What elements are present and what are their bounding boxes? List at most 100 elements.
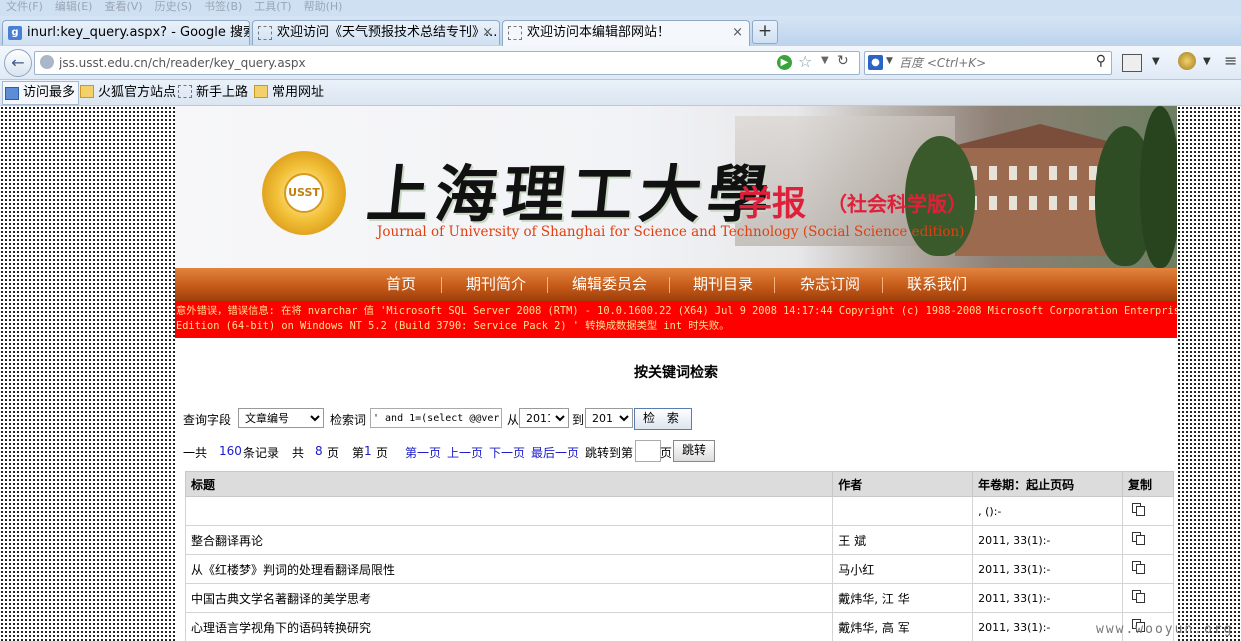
bookmark-firefox-official[interactable]: 火狐官方站点 — [78, 80, 176, 105]
article-author: 戴炜华, 江 华 — [832, 583, 974, 613]
tab-google-search[interactable]: g inurl:key_query.aspx? - Google 搜索 × — [2, 20, 250, 45]
current-page: 1 — [364, 444, 372, 458]
header-author: 作者 — [832, 471, 974, 497]
tab-weather-journal[interactable]: 欢迎访问《天气预报技术总结专刊》... × — [252, 20, 500, 45]
university-name-calligraphy: 上海理工大學 — [363, 158, 780, 231]
nav-home[interactable]: 首页 — [386, 268, 416, 301]
jump-button[interactable]: 跳转 — [673, 440, 716, 462]
copy-icon[interactable] — [1132, 503, 1146, 516]
menu-view[interactable]: 查看(V) — [104, 0, 142, 14]
to-year-select[interactable]: 2013 — [585, 408, 633, 428]
results-table: 标题 作者 年卷期：起止页码 复制 , ():- 整合翻译再论 王 斌 2011… — [184, 471, 1174, 641]
next-page-link[interactable]: 下一页 — [489, 444, 525, 461]
screenshot-tool-icon[interactable] — [1122, 54, 1142, 72]
menu-bar: 文件(F) 编辑(E) 查看(V) 历史(S) 书签(B) 工具(T) 帮助(H) — [0, 0, 1241, 16]
site-banner: USST 上海理工大學 学报 （社会科学版） Journal of Univer… — [175, 106, 1177, 268]
article-title[interactable]: 整合翻译再论 — [184, 525, 834, 555]
addon-icon[interactable] — [1178, 52, 1196, 70]
reload-icon[interactable]: ↻ — [837, 53, 849, 69]
close-tab-icon[interactable]: × — [732, 21, 743, 45]
url-input[interactable] — [59, 54, 759, 71]
background-pattern-right — [1177, 106, 1241, 641]
blank-page-icon — [508, 26, 522, 40]
bookmarks-bar: 访问最多 火狐官方站点 新手上路 常用网址 — [0, 80, 1241, 106]
jump-label: 跳转到第 — [585, 446, 634, 460]
background-pattern-left — [0, 106, 175, 641]
article-author: 戴炜华, 高 军 — [832, 612, 974, 641]
prev-page-link[interactable]: 上一页 — [447, 444, 483, 461]
nav-journal-catalog[interactable]: 期刊目录 — [693, 268, 753, 301]
globe-icon — [40, 55, 54, 69]
nav-contact-us[interactable]: 联系我们 — [907, 268, 967, 301]
field-label: 查询字段 — [183, 413, 232, 427]
tool-dropdown-icon[interactable]: ▼ — [1152, 56, 1160, 67]
copy-icon[interactable] — [1132, 561, 1146, 574]
search-page-title: 按关键词检索 — [634, 365, 718, 381]
tab-strip: g inurl:key_query.aspx? - Google 搜索 × 欢迎… — [0, 16, 1241, 47]
most-visited-icon — [5, 87, 19, 100]
back-button[interactable]: ← — [4, 49, 32, 77]
bookmark-label: 火狐官方站点 — [98, 85, 177, 100]
journal-english-title: Journal of University of Shanghai for Sc… — [377, 224, 965, 240]
menu-file[interactable]: 文件(F) — [6, 0, 43, 14]
article-title[interactable]: 中国古典文学名著翻译的美学思考 — [184, 583, 834, 613]
blank-page-icon — [178, 85, 192, 98]
tab-editorial-site[interactable]: 欢迎访问本编辑部网站！ × — [502, 20, 750, 47]
menu-tools[interactable]: 工具(T) — [254, 0, 291, 14]
bookmark-label: 访问最多 — [23, 85, 76, 100]
menu-help[interactable]: 帮助(H) — [304, 0, 343, 14]
article-pages: 2011, 33(1):- — [972, 583, 1123, 613]
banner-tree-image — [1140, 106, 1177, 268]
menu-history[interactable]: 历史(S) — [155, 0, 193, 14]
search-input[interactable] — [899, 54, 1079, 71]
tab-title: inurl:key_query.aspx? - Google 搜索 — [27, 25, 250, 40]
search-engine-dropdown-icon[interactable]: ▼ — [886, 56, 893, 66]
error-line-2: Edition (64-bit) on Windows NT 5.2 (Buil… — [176, 320, 730, 332]
search-button[interactable]: 检 索 — [634, 408, 692, 430]
address-bar[interactable]: ▶ ☆ ▼ ↻ — [34, 51, 860, 75]
field-select[interactable]: 文章编号 — [238, 408, 324, 428]
menu-edit[interactable]: 编辑(E) — [55, 0, 93, 14]
header-copy: 复制 — [1122, 471, 1174, 497]
nav-editorial-board[interactable]: 编辑委员会 — [572, 268, 647, 301]
nav-journal-intro[interactable]: 期刊简介 — [466, 268, 526, 301]
bookmark-getting-started[interactable]: 新手上路 — [176, 80, 248, 105]
header-volume-pages: 年卷期：起止页码 — [972, 471, 1123, 497]
copy-icon[interactable] — [1132, 590, 1146, 603]
search-bar[interactable]: ● ▼ ⚲ — [864, 51, 1112, 75]
baidu-paw-icon[interactable]: ● — [868, 55, 883, 70]
bookmark-most-visited[interactable]: 访问最多 — [2, 81, 80, 105]
first-page-link[interactable]: 第一页 — [405, 444, 441, 461]
page-content: USST 上海理工大學 学报 （社会科学版） Journal of Univer… — [175, 106, 1177, 641]
bookmark-label: 新手上路 — [196, 85, 249, 100]
article-title[interactable] — [184, 496, 834, 526]
table-row: 中国古典文学名著翻译的美学思考 戴炜华, 江 华 2011, 33(1):- — [184, 583, 1174, 613]
close-tab-icon[interactable]: × — [232, 21, 243, 45]
bookmark-common-sites[interactable]: 常用网址 — [252, 80, 324, 105]
from-year-select[interactable]: 2011 — [519, 408, 569, 428]
addon-dropdown-icon[interactable]: ▼ — [1203, 56, 1211, 67]
tab-title: 欢迎访问《天气预报技术总结专刊》... — [277, 25, 498, 40]
copy-icon[interactable] — [1132, 532, 1146, 545]
new-tab-button[interactable]: + — [752, 20, 778, 44]
nav-subscribe[interactable]: 杂志订阅 — [800, 268, 860, 301]
search-icon[interactable]: ⚲ — [1096, 53, 1106, 69]
go-arrow-icon[interactable]: ▶ — [777, 55, 792, 70]
bookmark-star-icon[interactable]: ☆ — [798, 52, 812, 71]
url-dropdown-icon[interactable]: ▼ — [821, 55, 829, 66]
menu-icon[interactable]: ≡ — [1224, 51, 1237, 70]
site-nav-menu: 首页 期刊简介 编辑委员会 期刊目录 杂志订阅 联系我们 — [175, 268, 1177, 301]
keyword-input[interactable] — [370, 408, 502, 428]
error-line-1: 意外错误，错误信息: 在将 nvarchar 值 'Microsoft SQL … — [176, 305, 1177, 317]
to-label: 到 — [572, 413, 585, 427]
article-author: 王 斌 — [832, 525, 974, 555]
last-page-link[interactable]: 最后一页 — [531, 444, 579, 461]
pagination-bar: 一共 160 条记录 共 8 页 第 1 页 第一页 上一页 下一页 最后一页 … — [183, 440, 1173, 462]
article-title[interactable]: 从《红楼梦》判词的处理看翻译局限性 — [184, 554, 834, 584]
jump-page-input[interactable] — [635, 440, 661, 462]
article-title[interactable]: 心理语言学视角下的语码转换研究 — [184, 612, 834, 641]
folder-icon — [254, 85, 268, 98]
menu-bookmarks[interactable]: 书签(B) — [204, 0, 242, 14]
close-tab-icon[interactable]: × — [482, 21, 493, 45]
pages-prefix: 共 — [292, 446, 305, 460]
